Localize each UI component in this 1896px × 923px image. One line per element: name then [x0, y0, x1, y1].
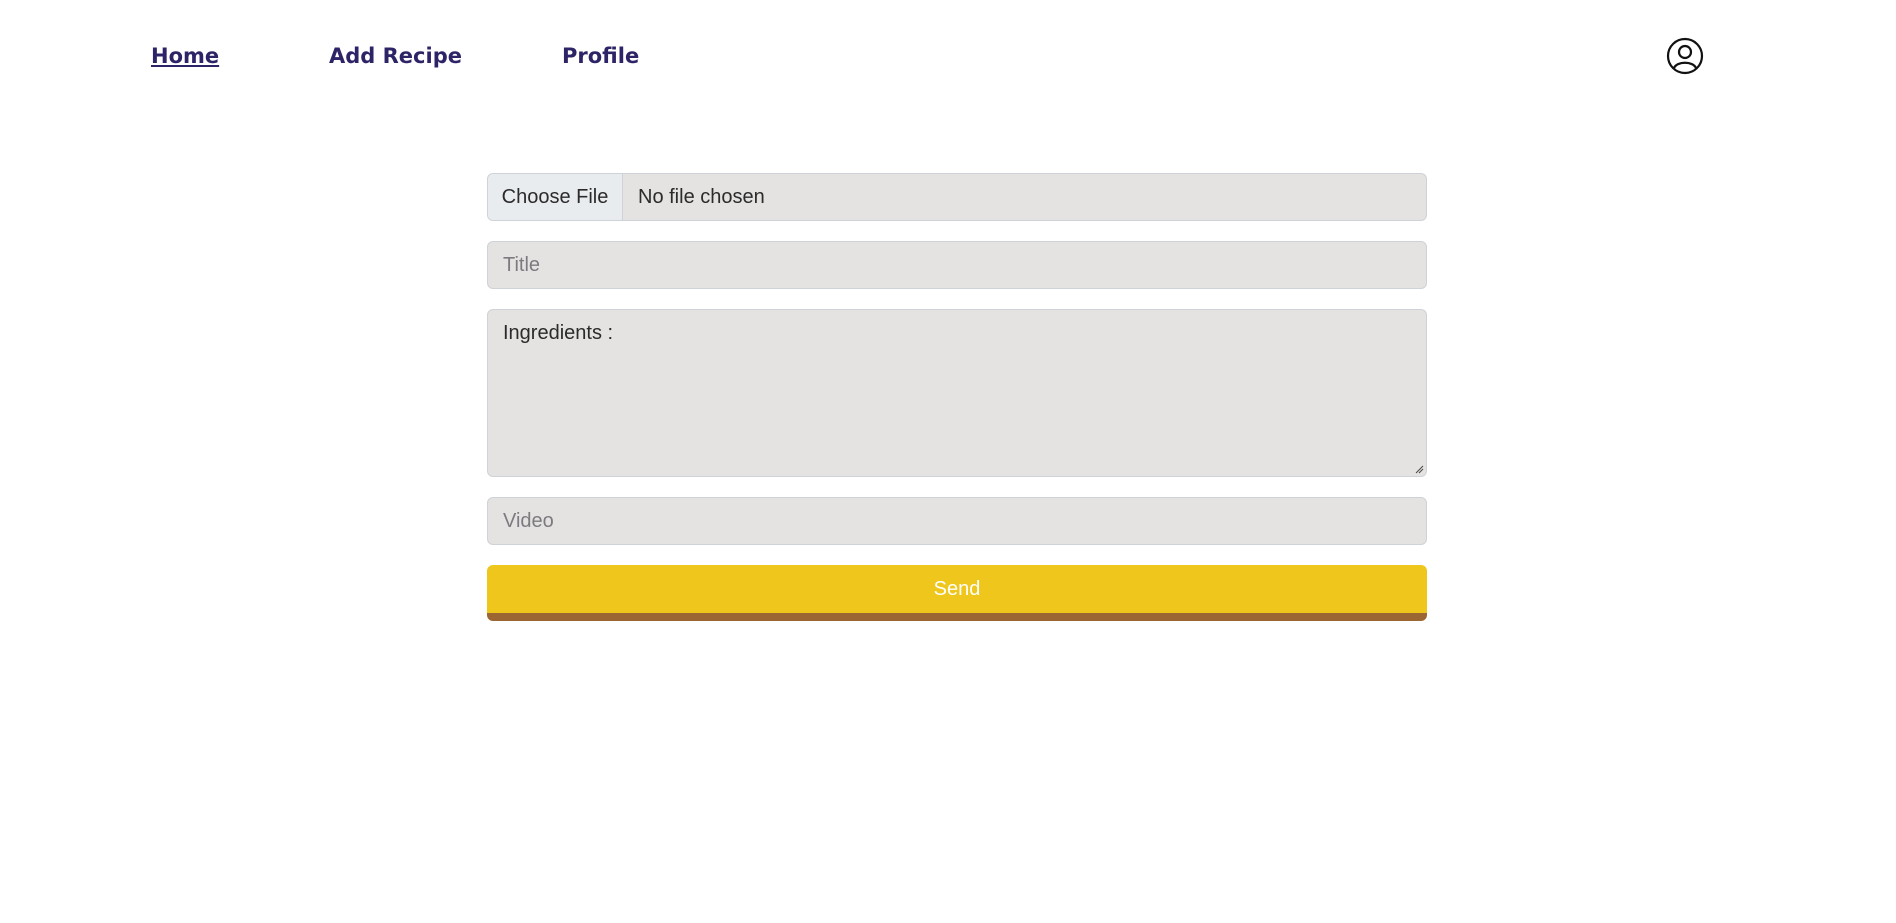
title-input[interactable]: Title	[487, 241, 1427, 289]
top-nav: Home Add Recipe Profile	[0, 0, 1896, 110]
video-input[interactable]: Video	[487, 497, 1427, 545]
choose-file-button[interactable]: Choose File	[488, 174, 623, 220]
file-status-text: No file chosen	[638, 185, 765, 208]
video-placeholder: Video	[503, 509, 554, 532]
ingredients-text: Ingredients :	[503, 322, 614, 344]
send-button[interactable]: Send	[487, 565, 1427, 621]
resize-grip-icon[interactable]	[1414, 464, 1424, 474]
nav-link-add-recipe[interactable]: Add Recipe	[329, 42, 462, 70]
nav-link-profile[interactable]: Profile	[562, 42, 639, 70]
file-input[interactable]: Choose File No file chosen	[487, 173, 1427, 221]
user-circle-icon	[1666, 37, 1704, 75]
nav-link-home[interactable]: Home	[151, 42, 219, 70]
profile-button[interactable]	[1666, 37, 1704, 75]
title-placeholder: Title	[503, 253, 541, 276]
ingredients-textarea[interactable]: Ingredients :	[487, 309, 1427, 477]
add-recipe-form: Choose File No file chosen Title Ingredi…	[487, 173, 1427, 621]
